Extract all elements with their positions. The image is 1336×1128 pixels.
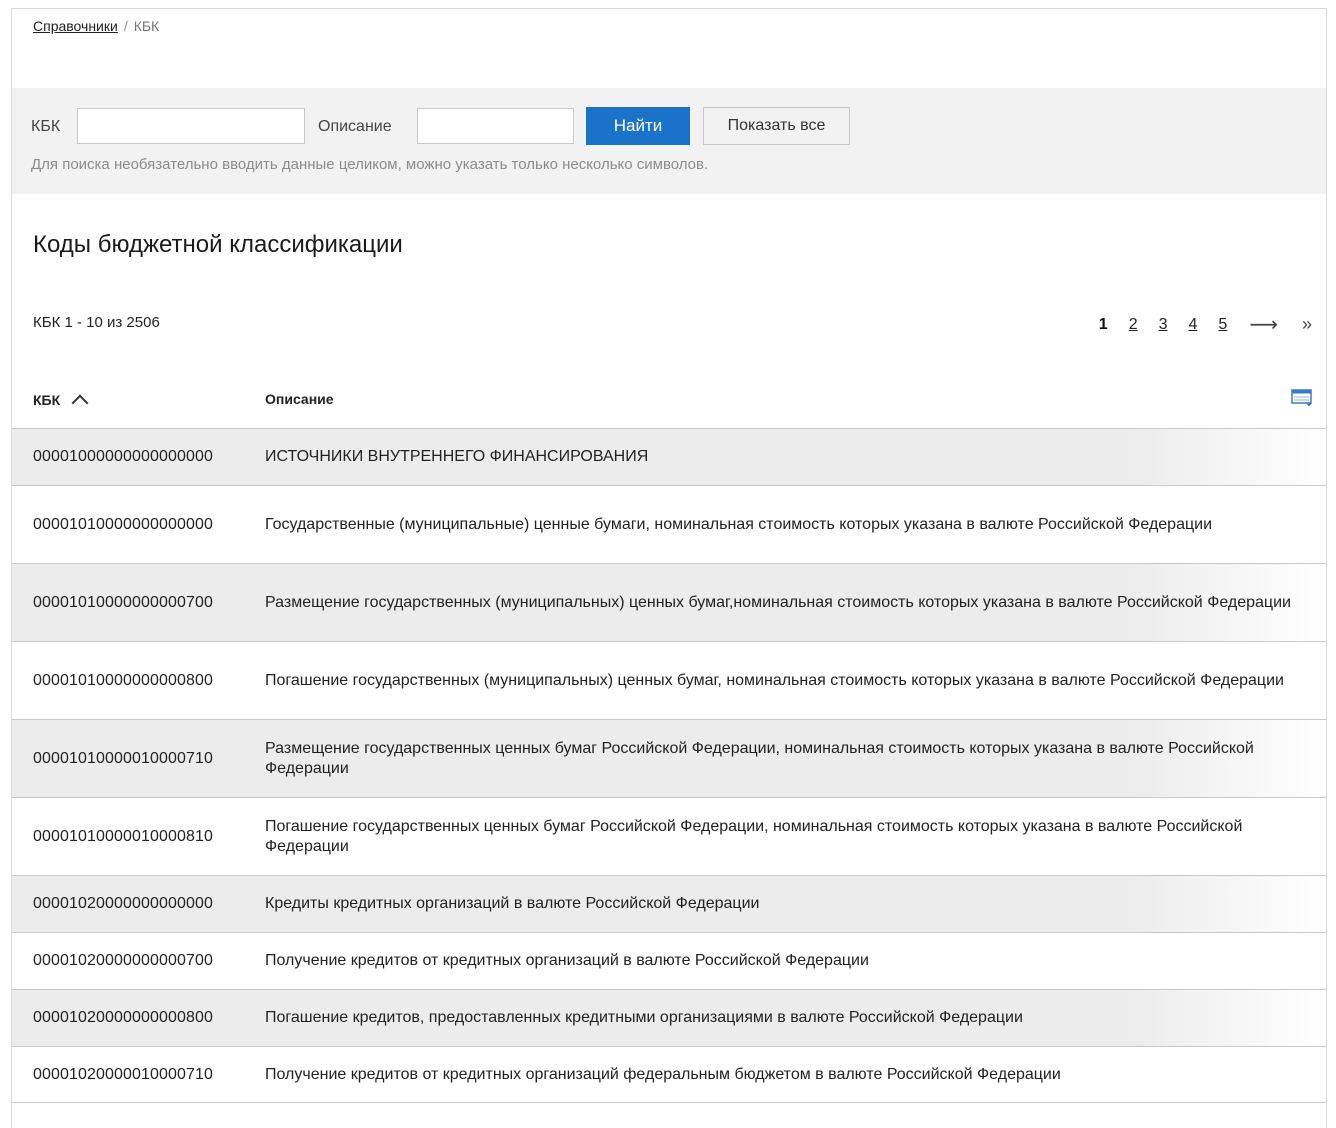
- kbk-code-cell: 00001020000000000800: [33, 1009, 213, 1026]
- find-button[interactable]: Найти: [586, 107, 690, 145]
- search-panel: КБК Описание Найти Показать все Для поис…: [12, 88, 1326, 194]
- kbk-field-label: КБК: [31, 118, 61, 135]
- page-current: 1: [1098, 315, 1108, 333]
- page-title: Коды бюджетной классификации: [33, 231, 403, 258]
- table-row[interactable]: 00001020000000000700 Получение кредитов …: [12, 932, 1326, 989]
- kbk-code-cell: 00001010000000000700: [33, 593, 213, 611]
- description-cell: Получение кредитов от кредитных организа…: [265, 1065, 1061, 1083]
- page-link-2[interactable]: 2: [1129, 316, 1138, 334]
- description-field-label: Описание: [318, 118, 392, 135]
- show-all-button[interactable]: Показать все: [703, 107, 850, 145]
- table-header: КБК Описание: [33, 387, 1313, 427]
- description-cell: Погашение государственных ценных бумаг Р…: [265, 817, 1243, 855]
- description-cell: Погашение государственных (муниципальных…: [265, 671, 1284, 689]
- sort-ascending-icon[interactable]: [71, 394, 89, 412]
- search-hint: Для поиска необязательно вводить данные …: [31, 156, 709, 173]
- table-row[interactable]: 00001020000000000000 Кредиты кредитных о…: [12, 875, 1326, 932]
- table-row[interactable]: 00001010000000000800 Погашение государст…: [12, 641, 1326, 719]
- table-row[interactable]: 00001010000000000700 Размещение государс…: [12, 563, 1326, 641]
- breadcrumb: Справочники / КБК: [33, 18, 159, 34]
- description-cell: Государственные (муниципальные) ценные б…: [265, 515, 1213, 533]
- table-row[interactable]: 00001020000000000800 Погашение кредитов,…: [12, 989, 1326, 1046]
- table-row[interactable]: 00001020000010000710 Получение кредитов …: [12, 1046, 1326, 1103]
- kbk-code-cell: 00001000000000000000: [33, 448, 213, 465]
- next-page-arrow-icon[interactable]: ⟶: [1249, 312, 1278, 337]
- table-row[interactable]: 00001010000010000710 Размещение государс…: [12, 719, 1326, 797]
- kbk-search-input[interactable]: [77, 108, 305, 144]
- kbk-code-cell: 00001010000010000810: [33, 827, 213, 845]
- page-link-3[interactable]: 3: [1159, 316, 1168, 334]
- results-count: КБК 1 - 10 из 2506: [33, 314, 160, 331]
- kbk-code-cell: 00001020000000000000: [33, 895, 213, 912]
- table-settings-icon[interactable]: [1291, 389, 1313, 407]
- page-link-5[interactable]: 5: [1218, 316, 1227, 334]
- description-search-input[interactable]: [417, 108, 574, 144]
- content-frame: Справочники / КБК КБК Описание Найти Показ…: [11, 8, 1327, 1128]
- column-header-kbk-label: КБК: [33, 392, 61, 408]
- column-header-description: Описание: [265, 391, 334, 407]
- description-cell: Погашение кредитов, предоставленных кред…: [265, 1009, 1023, 1026]
- kbk-code-cell: 00001010000010000710: [33, 749, 213, 767]
- table-row[interactable]: 00001000000000000000 ИСТОЧНИКИ ВНУТРЕННЕ…: [12, 428, 1326, 485]
- description-cell: ИСТОЧНИКИ ВНУТРЕННЕГО ФИНАНСИРОВАНИЯ: [265, 448, 649, 465]
- description-cell: Получение кредитов от кредитных организа…: [265, 952, 869, 969]
- table-row[interactable]: 00001010000010000810 Погашение государст…: [12, 797, 1326, 875]
- breadcrumb-link-directories[interactable]: Справочники: [33, 18, 118, 34]
- kbk-code-cell: 00001010000000000800: [33, 671, 213, 689]
- pagination: 1 2 3 4 5 ⟶ »: [1099, 312, 1312, 337]
- last-page-icon[interactable]: »: [1302, 314, 1312, 335]
- kbk-table-body: 00001000000000000000 ИСТОЧНИКИ ВНУТРЕННЕ…: [12, 428, 1326, 1103]
- table-row[interactable]: 00001010000000000000 Государственные (му…: [12, 485, 1326, 563]
- breadcrumb-separator: /: [123, 18, 128, 34]
- description-cell: Размещение государственных ценных бумаг …: [265, 739, 1254, 777]
- description-cell: Размещение государственных (муниципальны…: [265, 593, 1291, 611]
- kbk-code-cell: 00001010000000000000: [33, 515, 213, 533]
- description-cell: Кредиты кредитных организаций в валюте Р…: [265, 895, 760, 912]
- breadcrumb-current: КБК: [133, 18, 160, 34]
- column-header-kbk[interactable]: КБК: [33, 391, 89, 412]
- kbk-code-cell: 00001020000010000710: [33, 1065, 213, 1083]
- page-link-4[interactable]: 4: [1189, 316, 1198, 334]
- kbk-code-cell: 00001020000000000700: [33, 952, 213, 969]
